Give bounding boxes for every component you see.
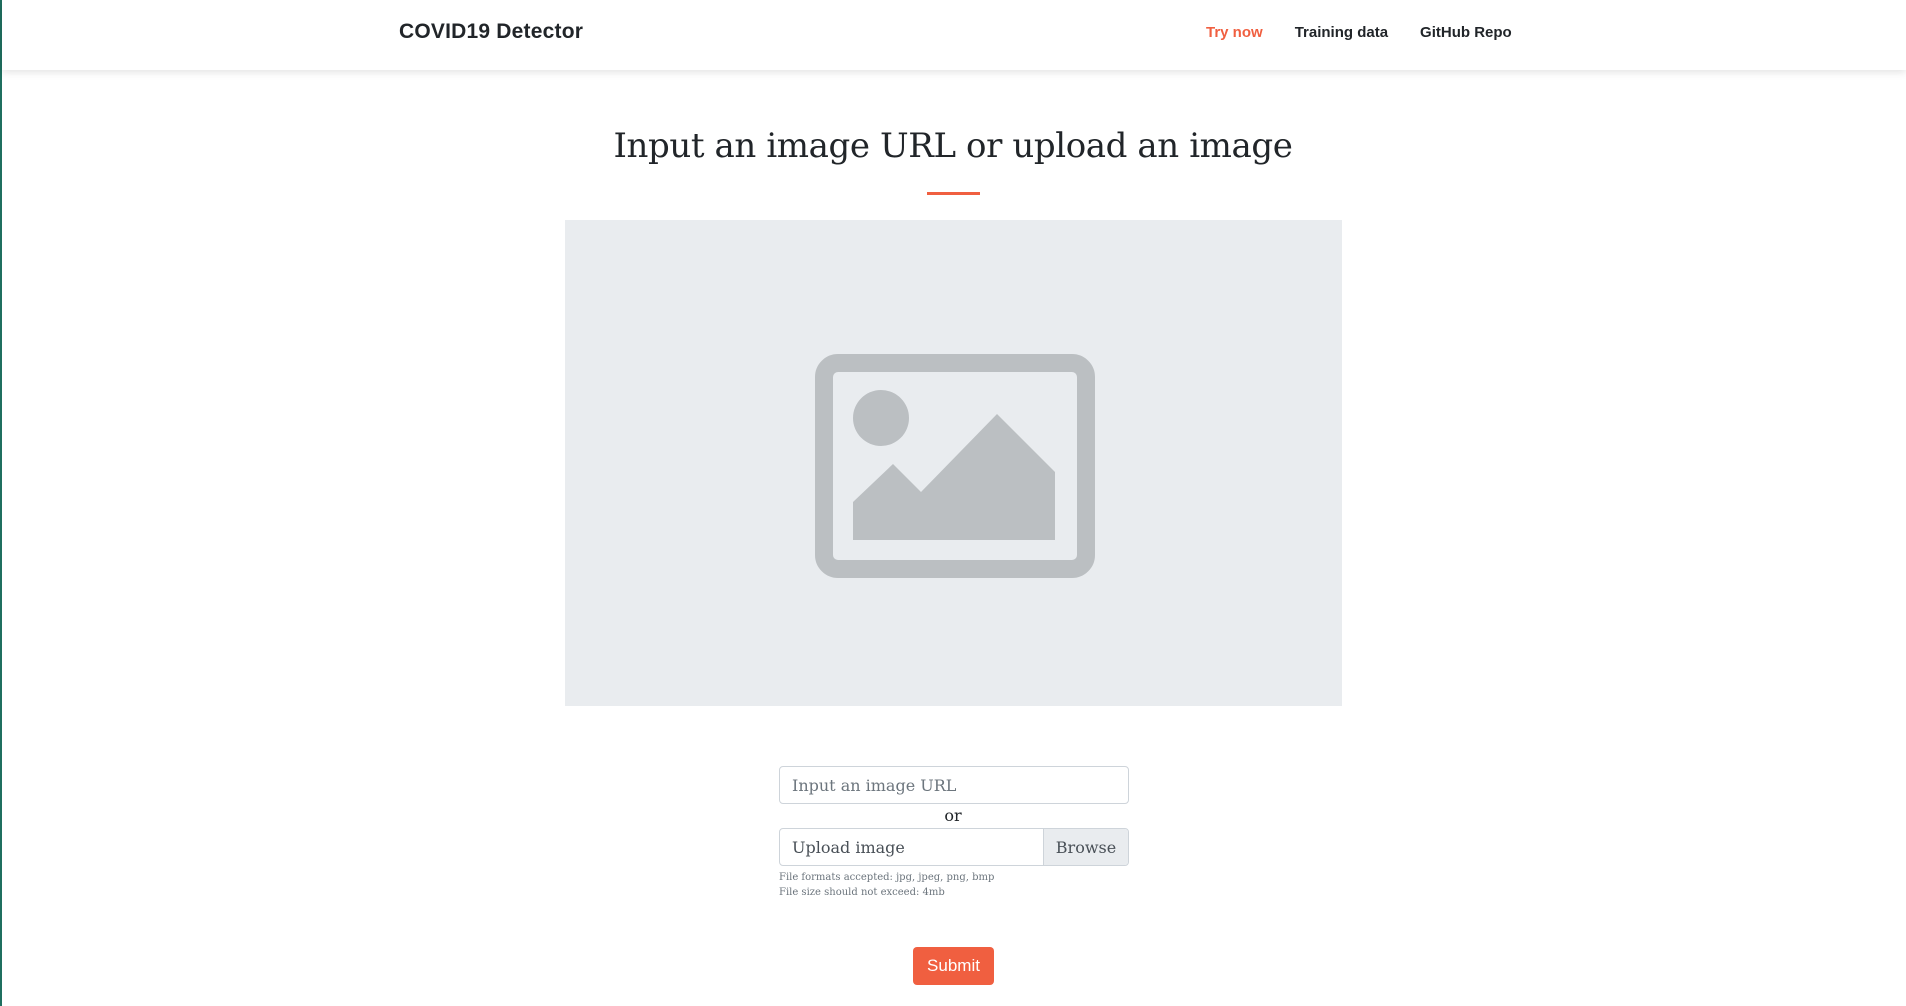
nav-links: Try now Training data GitHub Repo (1206, 24, 1512, 41)
file-size-note: File size should not exceed: 4mb (779, 887, 945, 898)
main-content: Input an image URL or upload an image or… (0, 70, 1906, 1006)
image-preview (565, 220, 1342, 706)
nav-link-github-repo[interactable]: GitHub Repo (1420, 24, 1512, 41)
nav-link-try-now[interactable]: Try now (1206, 24, 1263, 41)
image-placeholder-icon (815, 354, 1095, 578)
submit-button[interactable]: Submit (913, 947, 994, 985)
title-divider (927, 192, 980, 195)
page-title: Input an image URL or upload an image (613, 126, 1293, 166)
browse-button[interactable]: Browse (1043, 829, 1128, 865)
file-formats-note: File formats accepted: jpg, jpeg, png, b… (779, 872, 995, 883)
or-separator: or (944, 806, 962, 825)
image-url-input[interactable] (779, 766, 1129, 804)
brand-logo-text[interactable]: COVID19 Detector (399, 20, 583, 44)
file-upload-label[interactable]: Upload image (780, 838, 1043, 857)
nav-link-training-data[interactable]: Training data (1295, 24, 1388, 41)
navbar: COVID19 Detector Try now Training data G… (2, 0, 1906, 70)
file-upload-field[interactable]: Upload image Browse (779, 828, 1129, 866)
upload-help-text: File formats accepted: jpg, jpeg, png, b… (779, 870, 994, 900)
